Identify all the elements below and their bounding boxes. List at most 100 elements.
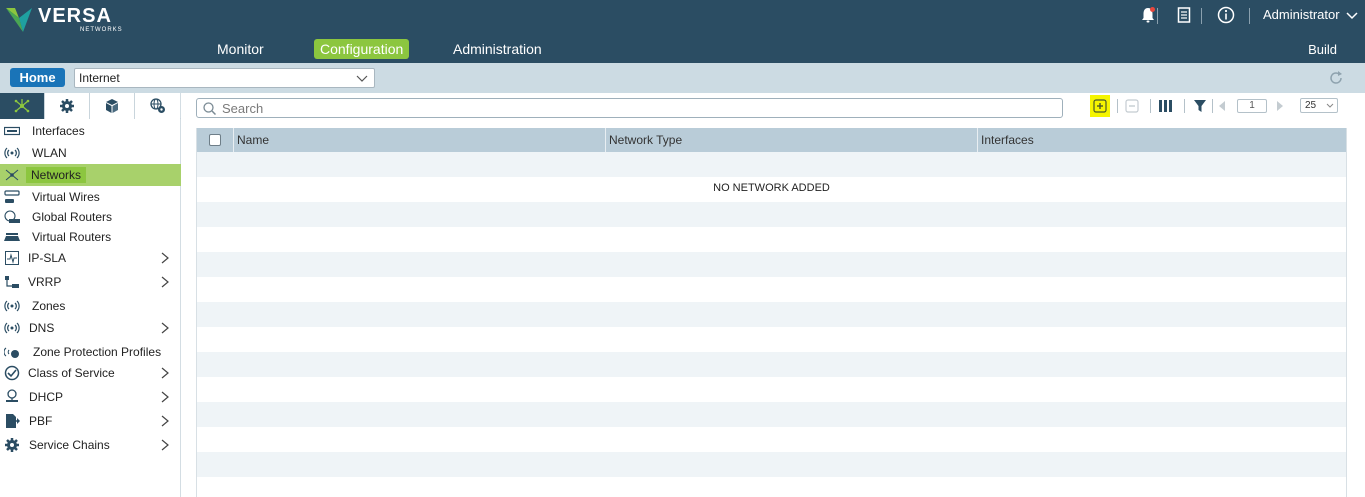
- cube-icon: [106, 99, 118, 113]
- sidebar-item-wlan[interactable]: WLAN: [0, 142, 181, 164]
- column-header-interfaces[interactable]: Interfaces: [977, 128, 1346, 152]
- pbf-icon: [4, 414, 20, 428]
- table-row: [197, 427, 1346, 452]
- chevron-down-icon: [1326, 103, 1334, 108]
- sidebar-item-zone-protection-profiles[interactable]: Zone Protection Profiles: [0, 341, 181, 363]
- column-header-name[interactable]: Name: [233, 128, 605, 152]
- tab-settings[interactable]: [45, 93, 90, 119]
- sidebar-item-label: WLAN: [32, 146, 67, 160]
- network-icon: [4, 168, 20, 182]
- refresh-icon[interactable]: [1327, 69, 1345, 87]
- select-all-checkbox[interactable]: [209, 134, 221, 146]
- tab-services[interactable]: [135, 93, 180, 119]
- sidebar-item-global-routers[interactable]: Global Routers: [0, 206, 181, 228]
- sidebar-item-virtual-wires[interactable]: Virtual Wires: [0, 186, 181, 208]
- chevron-right-icon: [161, 367, 169, 379]
- sidebar-item-interfaces[interactable]: Interfaces: [0, 120, 181, 142]
- table-row: [197, 352, 1346, 377]
- delete-button[interactable]: [1124, 95, 1140, 117]
- nav-administration[interactable]: Administration: [447, 39, 548, 59]
- columns-button[interactable]: [1158, 95, 1174, 117]
- table-row: [197, 302, 1346, 327]
- virtual-router-icon: [4, 230, 20, 244]
- search-icon: [203, 102, 216, 115]
- sidebar-item-label: DHCP: [29, 390, 64, 404]
- table-header: Name Network Type Interfaces: [197, 128, 1346, 152]
- column-header-network-type[interactable]: Network Type: [605, 128, 977, 152]
- table-row: [197, 252, 1346, 277]
- chevron-right-icon: [161, 439, 169, 451]
- sidebar-item-class-of-service[interactable]: Class of Service: [0, 362, 181, 384]
- organization-select[interactable]: Internet: [74, 68, 375, 88]
- user-name: Administrator: [1263, 7, 1340, 22]
- sidebar-item-dns[interactable]: DNS: [0, 317, 181, 339]
- bell-icon[interactable]: [1139, 5, 1157, 25]
- zones-icon: [4, 299, 20, 313]
- previous-page-button[interactable]: [1216, 95, 1228, 117]
- organization-select-value: Internet: [79, 71, 120, 85]
- left-panel: Interfaces WLAN Networks Virtual Wires G…: [0, 93, 181, 497]
- caret-right-icon: [1277, 101, 1283, 111]
- tab-objects[interactable]: [90, 93, 135, 119]
- chevron-down-icon: [1346, 12, 1358, 19]
- page-size-value: 25: [1305, 100, 1317, 111]
- dns-icon: [4, 321, 20, 335]
- sidebar-item-zones[interactable]: Zones: [0, 295, 181, 317]
- brand-sub: NETWORKS: [80, 27, 123, 33]
- chevron-right-icon: [161, 415, 169, 427]
- sidebar-item-label: Interfaces: [32, 124, 85, 138]
- tab-networking[interactable]: [0, 93, 45, 119]
- context-bar: Home Internet: [0, 63, 1365, 93]
- dhcp-icon: [4, 389, 20, 404]
- table-row: [197, 327, 1346, 352]
- sidebar-item-label: Global Routers: [32, 210, 113, 224]
- wifi-icon: [4, 146, 20, 160]
- search-input[interactable]: Search: [196, 98, 1063, 118]
- chevron-right-icon: [161, 391, 169, 403]
- sidebar-item-label: Zone Protection Profiles: [33, 345, 162, 359]
- sidebar-item-label: IP-SLA: [28, 251, 67, 265]
- table-row: [197, 377, 1346, 402]
- home-button[interactable]: Home: [10, 68, 65, 87]
- table-row: [197, 452, 1346, 477]
- document-icon[interactable]: [1175, 5, 1193, 25]
- sidebar-item-dhcp[interactable]: DHCP: [0, 386, 181, 408]
- zone-protection-icon: [4, 345, 20, 359]
- build-button[interactable]: Build: [1308, 42, 1337, 57]
- brand-name: VERSA: [38, 5, 112, 27]
- page-size-select[interactable]: 25: [1300, 98, 1338, 113]
- sidebar-item-label: Virtual Routers: [32, 230, 112, 244]
- table-row: [197, 227, 1346, 252]
- chevron-right-icon: [161, 322, 169, 334]
- page-number-input[interactable]: 1: [1237, 99, 1267, 113]
- sidebar-item-ip-sla[interactable]: IP-SLA: [0, 247, 181, 269]
- nav-configuration[interactable]: Configuration: [314, 39, 410, 59]
- info-icon[interactable]: [1217, 5, 1235, 25]
- filter-button[interactable]: [1192, 95, 1208, 117]
- user-menu[interactable]: Administrator: [1263, 7, 1363, 22]
- versa-logo[interactable]: VERSA NETWORKS: [6, 6, 123, 33]
- chevron-right-icon: [161, 276, 169, 288]
- table-row: [197, 202, 1346, 227]
- sidebar-item-label: Networks: [26, 167, 87, 183]
- sidebar-item-pbf[interactable]: PBF: [0, 410, 181, 432]
- sidebar-item-virtual-routers[interactable]: Virtual Routers: [0, 226, 181, 248]
- sidebar-item-vrrp[interactable]: VRRP: [0, 271, 181, 293]
- table-row: [197, 402, 1346, 427]
- sidebar-item-service-chains[interactable]: Service Chains: [0, 434, 181, 456]
- table-row: [197, 477, 1346, 497]
- columns-icon: [1159, 100, 1172, 112]
- sidebar-item-label: Service Chains: [29, 438, 110, 452]
- table-row: [197, 277, 1346, 302]
- next-page-button[interactable]: [1274, 95, 1286, 117]
- minus-icon: [1125, 99, 1139, 113]
- class-of-service-icon: [4, 365, 20, 381]
- nav-monitor[interactable]: Monitor: [211, 39, 270, 59]
- empty-table-message: NO NETWORK ADDED: [713, 182, 830, 194]
- chevron-right-icon: [161, 252, 169, 264]
- settings-globe-icon: [149, 98, 165, 113]
- vrrp-icon: [4, 275, 20, 289]
- add-button[interactable]: [1090, 95, 1110, 117]
- caret-left-icon: [1219, 101, 1225, 111]
- sidebar-item-networks[interactable]: Networks: [0, 164, 181, 186]
